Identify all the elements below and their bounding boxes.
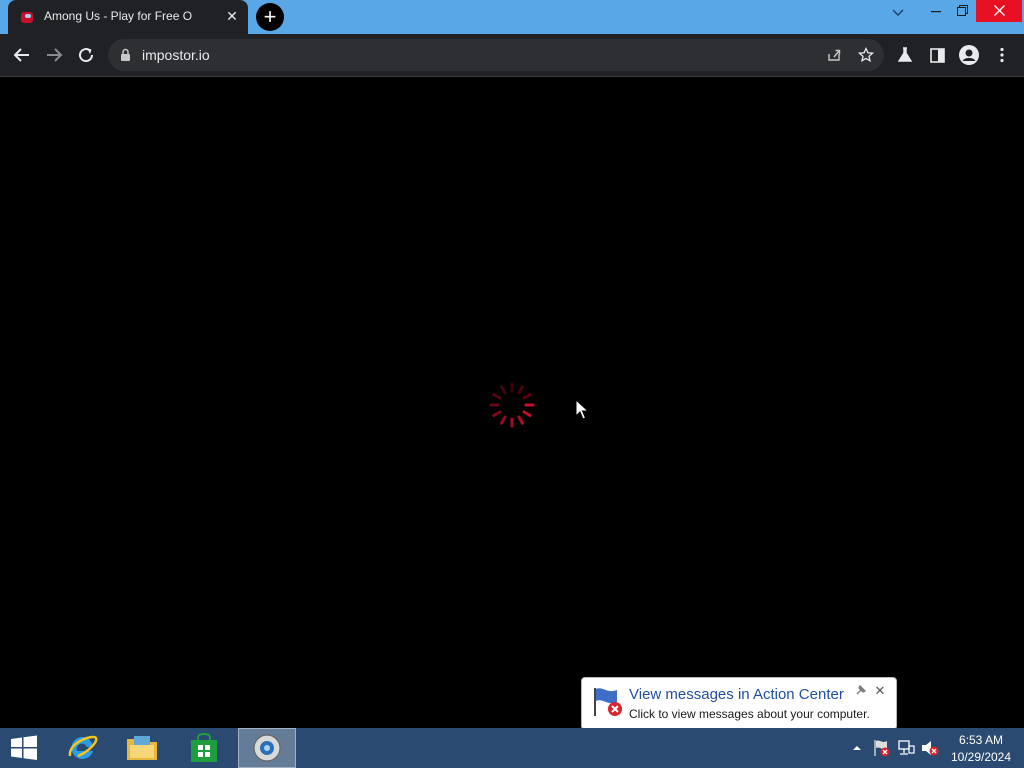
browser-menu-button[interactable]: [986, 34, 1018, 76]
windows-taskbar: 6:53 AM 10/29/2024: [0, 728, 1024, 768]
start-button[interactable]: [0, 728, 48, 768]
taskbar-browser[interactable]: [238, 728, 296, 768]
clock-date[interactable]: 10/29/2024: [944, 750, 1018, 764]
internet-explorer-icon: [68, 735, 98, 759]
lock-icon[interactable]: [120, 48, 131, 62]
among-us-favicon-icon: [21, 12, 33, 23]
notification-close-icon[interactable]: ✕: [872, 683, 888, 699]
tab-close-icon[interactable]: ✕: [224, 8, 240, 24]
flask-icon: [897, 47, 913, 62]
action-center-tray-icon[interactable]: [872, 738, 892, 758]
restore-button[interactable]: [945, 0, 979, 22]
back-arrow-icon: [13, 48, 29, 62]
kebab-menu-icon: [1000, 47, 1004, 63]
notification-title[interactable]: View messages in Action Center: [629, 686, 844, 703]
mouse-cursor-icon: [575, 399, 589, 420]
restore-icon: [956, 5, 968, 16]
taskbar-file-explorer[interactable]: [114, 728, 170, 768]
action-center-flag-icon: [594, 688, 622, 716]
extensions-button[interactable]: [889, 34, 921, 76]
notification-text: Click to view messages about your comput…: [629, 707, 870, 721]
tab-title: Among Us - Play for Free O: [44, 9, 193, 23]
loading-spinner-icon: [489, 382, 535, 428]
store-bag-icon: [191, 733, 217, 762]
notification-options-icon[interactable]: [854, 683, 868, 697]
forward-arrow-icon: [47, 48, 63, 62]
volume-muted-icon[interactable]: [920, 739, 940, 757]
clock-time[interactable]: 6:53 AM: [944, 733, 1018, 747]
url-text[interactable]: impostor.io: [142, 47, 210, 63]
tab-search-chevron-icon[interactable]: [890, 6, 906, 18]
folder-icon: [127, 736, 157, 760]
browser-toolbar: impostor.io: [0, 34, 1024, 77]
side-panel-icon: [929, 47, 945, 63]
share-icon[interactable]: [826, 47, 842, 63]
browser-tab-strip: Among Us - Play for Free O ✕ +: [0, 0, 1024, 34]
reload-icon: [79, 48, 94, 63]
address-bar[interactable]: impostor.io: [108, 39, 884, 71]
new-tab-button[interactable]: +: [256, 3, 284, 31]
close-icon: [993, 5, 1005, 16]
tab-among-us[interactable]: Among Us - Play for Free O ✕: [8, 0, 248, 34]
profile-button[interactable]: [953, 34, 985, 76]
taskbar-internet-explorer[interactable]: [54, 728, 110, 768]
show-hidden-icons-icon[interactable]: [852, 744, 862, 752]
reload-button[interactable]: [70, 34, 102, 76]
back-button[interactable]: [6, 34, 38, 76]
minimize-icon: [931, 11, 941, 13]
taskbar-windows-store[interactable]: [176, 728, 232, 768]
browser-app-icon: [253, 734, 281, 762]
forward-button[interactable]: [38, 34, 70, 76]
side-panel-button[interactable]: [921, 34, 953, 76]
bookmark-star-icon[interactable]: [858, 47, 874, 63]
window-close-button[interactable]: [976, 0, 1022, 22]
action-center-notification[interactable]: View messages in Action Center Click to …: [581, 677, 897, 730]
network-icon[interactable]: [897, 739, 915, 757]
windows-logo-icon: [11, 735, 37, 760]
profile-avatar-icon: [959, 45, 979, 65]
